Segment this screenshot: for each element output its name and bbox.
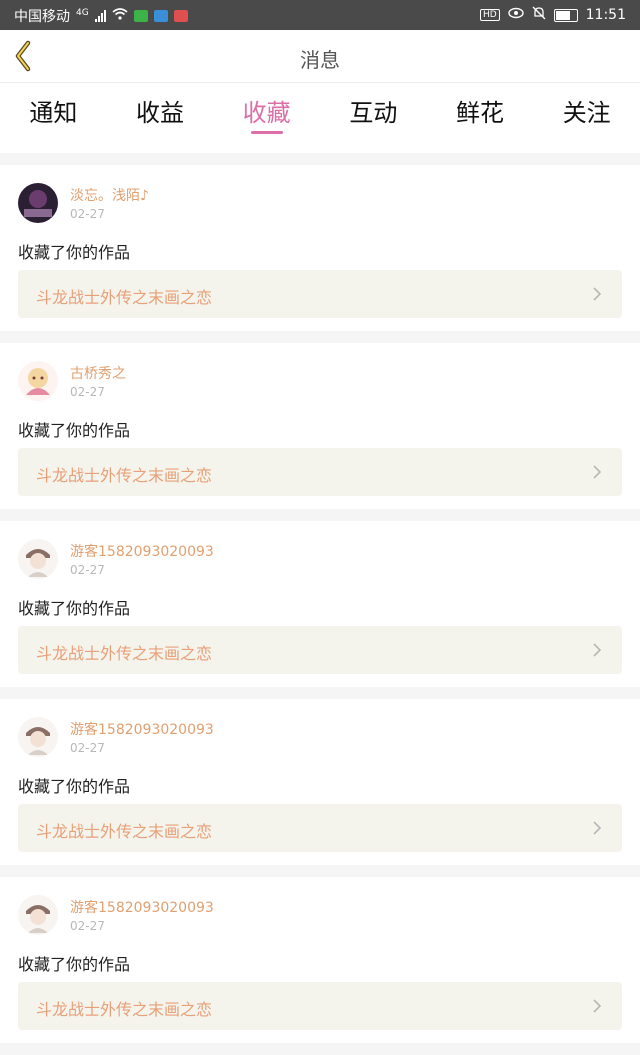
tab-label: 鲜花 <box>456 99 505 127</box>
message-action: 收藏了你的作品 <box>18 243 131 262</box>
signal-icon <box>94 10 106 22</box>
status-bar-right: HD 11:51 <box>479 6 626 24</box>
message-date: 02-27 <box>70 563 105 577</box>
message-item: 游客1582093020093 02-27 收藏了你的作品 斗龙战士外传之末画之… <box>0 877 640 1043</box>
chevron-right-icon <box>593 287 602 301</box>
username[interactable]: 游客1582093020093 <box>70 541 214 561</box>
work-link[interactable]: 斗龙战士外传之末画之恋 <box>18 626 622 674</box>
tab-label: 关注 <box>562 99 611 127</box>
status-bar-left: 中国移动 4G <box>14 6 188 26</box>
work-link[interactable]: 斗龙战士外传之末画之恋 <box>18 982 622 1030</box>
work-title: 斗龙战士外传之末画之恋 <box>36 288 213 307</box>
tab-following[interactable]: 关注 <box>533 83 640 153</box>
work-title: 斗龙战士外传之末画之恋 <box>36 644 213 663</box>
message-action: 收藏了你的作品 <box>18 955 131 974</box>
tab-notice[interactable]: 通知 <box>0 83 107 153</box>
network-type: 4G <box>76 8 89 18</box>
message-date: 02-27 <box>70 207 105 221</box>
tab-bar: 通知 收益 收藏 互动 鲜花 关注 <box>0 83 640 153</box>
carrier-name: 中国移动 <box>14 9 70 25</box>
work-link[interactable]: 斗龙战士外传之末画之恋 <box>18 804 622 852</box>
work-link[interactable]: 斗龙战士外传之末画之恋 <box>18 448 622 496</box>
message-item: 游客1582093020093 02-27 收藏了你的作品 斗龙战士外传之末画之… <box>0 699 640 865</box>
wechat-icon <box>133 10 148 22</box>
message-action: 收藏了你的作品 <box>18 421 131 440</box>
message-list: 淡忘。浅陌♪ 02-27 收藏了你的作品 斗龙战士外传之末画之恋 古桥秀之 02… <box>0 165 640 1055</box>
tab-label: 互动 <box>349 99 398 127</box>
tab-label: 通知 <box>29 99 78 127</box>
username[interactable]: 淡忘。浅陌♪ <box>70 185 149 205</box>
username[interactable]: 游客1582093020093 <box>70 897 214 917</box>
status-bar: 中国移动 4G HD 11:51 <box>0 0 640 30</box>
eye-icon <box>507 7 524 23</box>
avatar[interactable] <box>18 183 58 223</box>
chevron-right-icon <box>593 643 602 657</box>
username[interactable]: 游客1582093020093 <box>70 719 214 739</box>
chevron-right-icon <box>593 821 602 835</box>
work-link[interactable]: 斗龙战士外传之末画之恋 <box>18 270 622 318</box>
work-title: 斗龙战士外传之末画之恋 <box>36 822 213 841</box>
tab-indicator <box>250 131 283 134</box>
chevron-right-icon <box>593 999 602 1013</box>
avatar[interactable] <box>18 717 58 757</box>
avatar[interactable] <box>18 361 58 401</box>
tab-earnings[interactable]: 收益 <box>107 83 214 153</box>
app-header: 消息 <box>0 30 640 83</box>
mute-bell-icon <box>532 6 546 24</box>
hd-icon: HD <box>479 9 500 21</box>
message-action: 收藏了你的作品 <box>18 599 131 618</box>
username[interactable]: 古桥秀之 <box>70 363 126 383</box>
message-date: 02-27 <box>70 919 105 933</box>
tab-flowers[interactable]: 鲜花 <box>427 83 534 153</box>
message-date: 02-27 <box>70 385 105 399</box>
message-date: 02-27 <box>70 741 105 755</box>
tab-label: 收益 <box>136 99 184 127</box>
message-item: 古桥秀之 02-27 收藏了你的作品 斗龙战士外传之末画之恋 <box>0 343 640 509</box>
huawei-icon <box>173 10 188 22</box>
message-item: 游客1582093020093 02-27 收藏了你的作品 斗龙战士外传之末画之… <box>0 521 640 687</box>
message-action: 收藏了你的作品 <box>18 777 131 796</box>
clock: 11:51 <box>585 7 626 23</box>
work-title: 斗龙战士外传之末画之恋 <box>36 466 213 485</box>
tab-favorites[interactable]: 收藏 <box>213 83 320 153</box>
message-item: 淡忘。浅陌♪ 02-27 收藏了你的作品 斗龙战士外传之末画之恋 <box>0 165 640 331</box>
wifi-icon <box>112 8 128 24</box>
tab-label: 收藏 <box>242 99 291 127</box>
page-title: 消息 <box>300 48 340 72</box>
tab-interaction[interactable]: 互动 <box>320 83 427 153</box>
work-title: 斗龙战士外传之末画之恋 <box>36 1000 213 1019</box>
chevron-right-icon <box>593 465 602 479</box>
avatar[interactable] <box>18 895 58 935</box>
battery-icon <box>553 8 578 22</box>
app-icon <box>153 10 168 22</box>
avatar[interactable] <box>18 539 58 579</box>
